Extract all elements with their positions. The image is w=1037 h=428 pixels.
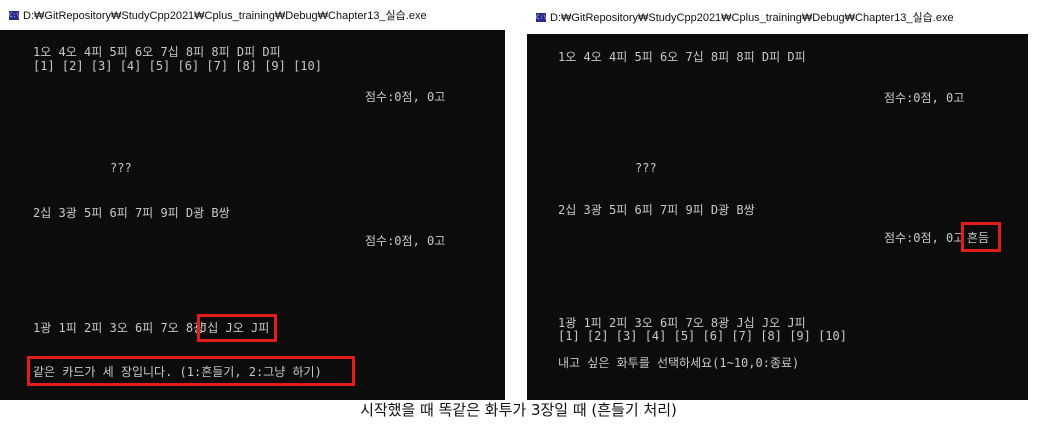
computer-score-line: 점수:0점, 0고	[365, 234, 446, 248]
left-console-output: 1오 4오 4피 5피 6오 7십 8피 8피 D피 D피 [1] [2] [3…	[0, 30, 505, 400]
console-app-icon: C:\	[9, 10, 20, 20]
select-prompt-line: 내고 싶은 화투를 선택하세요(1~10,0:종료)	[558, 356, 800, 370]
left-title-bar: C:\ D:₩GitRepository₩StudyCpp2021₩Cplus_…	[0, 0, 505, 30]
shake-status-highlight	[961, 222, 1001, 252]
top-cards-line: 1오 4오 4피 5피 6오 7십 8피 8피 D피 D피	[558, 50, 806, 64]
player-score-line: 점수:0점, 0고	[365, 90, 446, 104]
right-console-window: C:\ D:₩GitRepository₩StudyCpp2021₩Cplus_…	[527, 0, 1028, 400]
player-indices-line: [1] [2] [3] [4] [5] [6] [7] [8] [9] [10]	[33, 59, 322, 73]
deck-line: ???	[635, 161, 657, 175]
hand-indices-line: [1] [2] [3] [4] [5] [6] [7] [8] [9] [10]	[558, 329, 847, 343]
field-cards-line: 2십 3광 5피 6피 7피 9피 D광 B쌍	[558, 203, 755, 217]
mid-score-line: 점수:0점, 0고	[884, 231, 965, 245]
computer-cards-line: 1광 1피 2피 3오 6피 7오 8광	[33, 321, 205, 335]
right-console-output: 1오 4오 4피 5피 6오 7십 8피 8피 D피 D피 점수:0점, 0고 …	[527, 34, 1028, 400]
right-window-title: D:₩GitRepository₩StudyCpp2021₩Cplus_trai…	[550, 12, 954, 24]
top-score-line: 점수:0점, 0고	[884, 91, 965, 105]
left-console-window: C:\ D:₩GitRepository₩StudyCpp2021₩Cplus_…	[0, 0, 505, 400]
left-window-title: D:₩GitRepository₩StudyCpp2021₩Cplus_trai…	[23, 10, 427, 22]
deck-line: ???	[110, 161, 132, 175]
field-cards-line: 2십 3광 5피 6피 7피 9피 D광 B쌍	[33, 206, 230, 220]
console-app-icon: C:\	[536, 12, 547, 22]
player-cards-line: 1오 4오 4피 5피 6오 7십 8피 8피 D피 D피	[33, 45, 281, 59]
shake-prompt-highlight	[27, 356, 355, 386]
right-title-bar: C:\ D:₩GitRepository₩StudyCpp2021₩Cplus_…	[527, 0, 1028, 34]
figure-caption: 시작했을 때 똑같은 화투가 3장일 때 (흔들기 처리)	[360, 401, 677, 419]
triple-cards-highlight	[197, 314, 277, 342]
hand-cards-line: 1광 1피 2피 3오 6피 7오 8광 J십 J오 J피	[558, 316, 806, 330]
